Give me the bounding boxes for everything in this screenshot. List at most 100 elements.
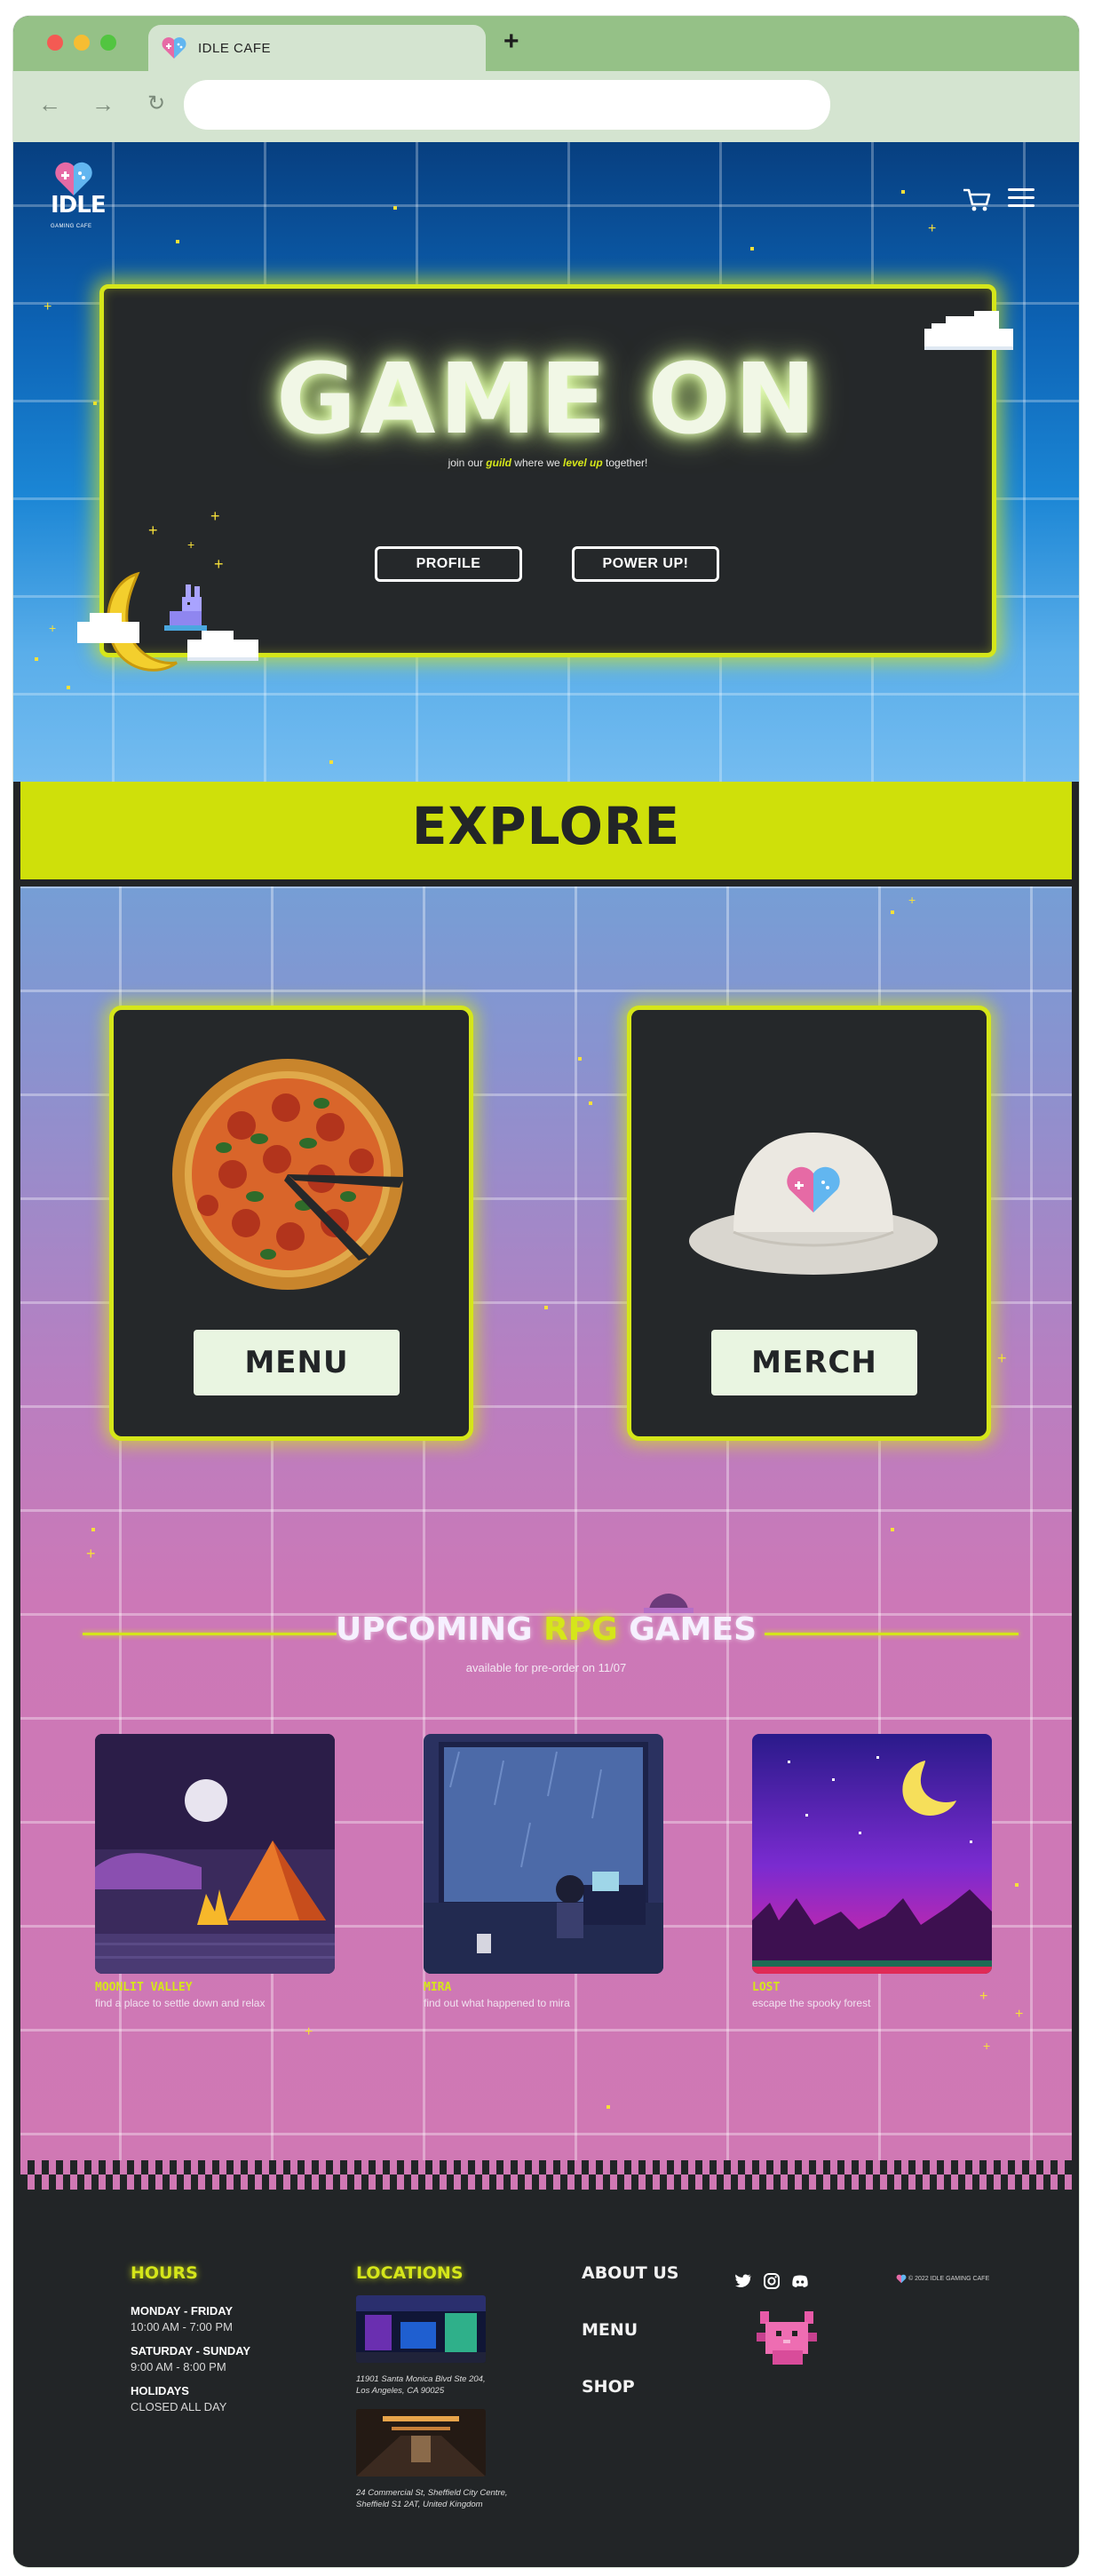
sparkle-icon: + xyxy=(979,1989,988,2004)
locations-heading: LOCATIONS xyxy=(356,2263,464,2283)
discord-icon[interactable] xyxy=(791,2272,809,2290)
sparkle-icon: + xyxy=(148,521,158,539)
sparkle-icon: + xyxy=(983,2039,991,2053)
bucket-hat-image xyxy=(689,1133,938,1275)
pixel-ufo-icon xyxy=(644,1594,694,1613)
hours-day: MONDAY - FRIDAY xyxy=(131,2304,234,2318)
site-logo[interactable]: IDLE GAMING CAFE xyxy=(49,162,107,233)
hero-subtitle: join our guild where we level up togethe… xyxy=(104,457,992,469)
star-speck xyxy=(578,1057,582,1061)
star-speck xyxy=(393,206,397,210)
location-address-la: 11901 Santa Monica Blvd Ste 204, Los Ang… xyxy=(356,2373,525,2397)
star-speck xyxy=(750,247,754,250)
back-arrow-icon[interactable]: ← xyxy=(36,91,63,117)
hours-day: SATURDAY - SUNDAY xyxy=(131,2344,251,2357)
heart-gamepad-icon xyxy=(896,2274,907,2284)
merch-button[interactable]: MERCH xyxy=(711,1330,917,1395)
address-bar[interactable] xyxy=(184,80,830,130)
menu-button[interactable]: MENU xyxy=(194,1330,400,1395)
pixel-pink-creature-illustration xyxy=(757,2311,817,2365)
mira-image xyxy=(424,1734,663,1974)
instagram-icon[interactable] xyxy=(763,2272,781,2290)
hours-time: 10:00 AM - 7:00 PM xyxy=(131,2320,233,2334)
star-speck xyxy=(901,190,905,194)
merch-card[interactable]: MERCH xyxy=(627,1006,991,1441)
hero-title: GAME ON xyxy=(276,342,820,456)
cart-icon[interactable] xyxy=(962,187,992,213)
moonlit-valley-image xyxy=(95,1734,335,1974)
tab-title: IDLE CAFE xyxy=(198,41,272,56)
heart-gamepad-icon xyxy=(162,37,186,59)
sparkle-icon: + xyxy=(1015,2007,1024,2022)
star-speck xyxy=(544,1306,548,1309)
hamburger-menu-icon[interactable] xyxy=(1008,188,1035,210)
star-speck xyxy=(93,402,97,405)
explore-title: EXPLORE xyxy=(411,796,681,856)
sparkle-icon: + xyxy=(908,893,916,907)
lost-image xyxy=(752,1734,992,1974)
sparkle-icon: + xyxy=(305,2024,313,2039)
explore-background: EXPLORE + + + + + + + MENU MERCH UPCOMIN… xyxy=(20,782,1072,2190)
sparkle-icon: + xyxy=(928,221,937,236)
game-title: MOONLIT VALLEY xyxy=(95,1981,193,1994)
checker-border xyxy=(20,2160,1072,2190)
upcoming-title-text: UPCOMING xyxy=(335,1611,544,1648)
sparkle-icon: + xyxy=(187,537,195,552)
browser-titlebar: IDLE CAFE + xyxy=(13,16,1079,75)
star-speck xyxy=(891,910,894,914)
explore-banner: EXPLORE xyxy=(20,782,1072,886)
logo-text: IDLE xyxy=(51,192,107,219)
location-address-sheffield: 24 Commercial St, Sheffield City Centre,… xyxy=(356,2487,525,2510)
minimize-window-button[interactable] xyxy=(74,35,90,51)
forward-arrow-icon[interactable]: → xyxy=(90,91,116,117)
close-window-button[interactable] xyxy=(47,35,63,51)
game-description: find a place to settle down and relax xyxy=(95,1997,266,2009)
upcoming-subtitle: available for pre-order on 11/07 xyxy=(465,1661,627,1674)
reload-icon[interactable]: ↻ xyxy=(143,91,170,117)
game-card-lost[interactable] xyxy=(752,1734,992,1974)
upcoming-games-title: UPCOMING RPG GAMES xyxy=(20,1611,1072,1648)
footer-link-shop[interactable]: SHOP xyxy=(582,2377,635,2397)
maximize-window-button[interactable] xyxy=(100,35,116,51)
address-line: 24 Commercial St, Sheffield City Centre, xyxy=(356,2488,508,2498)
star-speck xyxy=(891,1528,894,1531)
star-speck xyxy=(329,760,333,764)
twitter-icon[interactable] xyxy=(734,2272,752,2290)
profile-button[interactable]: PROFILE xyxy=(375,546,522,582)
footer-link-menu[interactable]: MENU xyxy=(582,2320,638,2340)
hero-subtitle-guild: guild xyxy=(486,457,511,469)
star-speck xyxy=(67,686,70,689)
sparkle-icon: + xyxy=(86,1545,96,1562)
hero-subtitle-text: where we xyxy=(511,457,563,469)
game-description: escape the spooky forest xyxy=(752,1997,871,2009)
star-speck xyxy=(606,2105,610,2109)
pixel-cloud-icon xyxy=(924,311,1013,350)
menu-card[interactable]: MENU xyxy=(109,1006,473,1441)
star-speck xyxy=(91,1528,95,1531)
sparkle-icon: + xyxy=(49,621,57,635)
game-title: LOST xyxy=(752,1981,781,1994)
hours-time: CLOSED ALL DAY xyxy=(131,2400,227,2413)
pixel-moon-bunny-illustration xyxy=(77,571,258,672)
hero-section: IDLE GAMING CAFE + + + + + GAME ON join … xyxy=(13,142,1079,782)
browser-window: IDLE CAFE + ← → ↻ IDLE GAMING CAFE + + +… xyxy=(13,16,1079,2567)
browser-toolbar: ← → ↻ xyxy=(13,71,1079,142)
hero-subtitle-text: together! xyxy=(602,457,648,469)
sparkle-icon: + xyxy=(997,1349,1007,1367)
footer-link-about-us[interactable]: ABOUT US xyxy=(582,2263,678,2283)
copyright-text: © 2022 IDLE GAMING CAFE xyxy=(908,2276,990,2282)
location-photo-la xyxy=(356,2295,486,2363)
browser-tab[interactable]: IDLE CAFE xyxy=(148,25,486,75)
hours-time: 9:00 AM - 8:00 PM xyxy=(131,2360,226,2373)
game-card-moonlit-valley[interactable] xyxy=(95,1734,335,1974)
new-tab-button[interactable]: + xyxy=(503,27,519,57)
footer xyxy=(13,2190,1079,2567)
hero-subtitle-level-up: level up xyxy=(563,457,603,469)
explore-section: EXPLORE + + + + + + + MENU MERCH UPCOMIN… xyxy=(13,782,1079,2190)
sparkle-icon: + xyxy=(44,299,52,314)
power-up-button[interactable]: POWER UP! xyxy=(572,546,719,582)
address-line: Los Angeles, CA 90025 xyxy=(356,2386,445,2396)
game-description: find out what happened to mira xyxy=(424,1997,570,2009)
game-title: MIRA xyxy=(424,1981,452,1994)
game-card-mira[interactable] xyxy=(424,1734,663,1974)
